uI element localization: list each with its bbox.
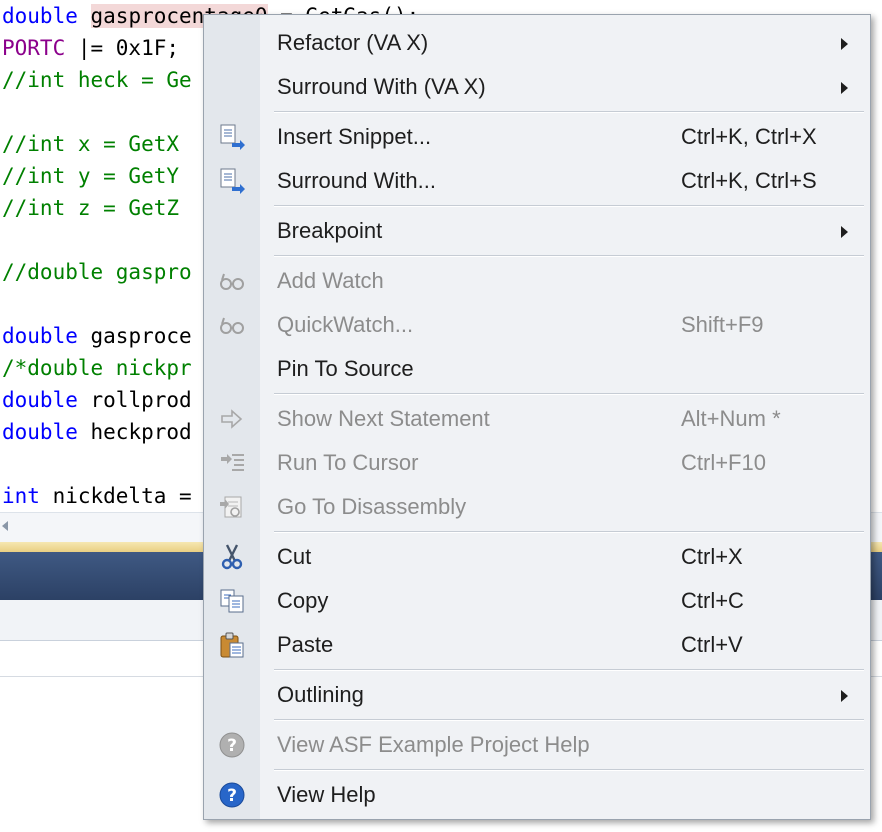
- menu-item-label: Show Next Statement: [277, 406, 490, 431]
- code-line: double rollprod: [2, 384, 192, 416]
- code-token: //double gaspro: [2, 260, 192, 284]
- glasses-icon: [218, 311, 246, 339]
- code-token: double: [2, 4, 91, 28]
- code-line: double gasproce: [2, 320, 192, 352]
- menu-separator: [274, 719, 864, 721]
- code-token: int: [2, 484, 53, 508]
- menu-item-label: Copy: [277, 588, 329, 613]
- copy-icon: [218, 587, 246, 615]
- menu-item-view-help[interactable]: ? View Help: [204, 773, 870, 817]
- menu-item-label: Refactor (VA X): [277, 30, 429, 55]
- code-line: //int y = GetY: [2, 160, 179, 192]
- svg-text:?: ?: [227, 786, 237, 806]
- menu-item-quickwatch: QuickWatch... Shift+F9: [204, 303, 870, 347]
- help-icon: ?: [218, 781, 246, 809]
- menu-item-label: Cut: [277, 544, 312, 569]
- menu-item-pin-to-source[interactable]: Pin To Source: [204, 347, 870, 391]
- submenu-arrow-icon: [841, 82, 848, 94]
- code-token: /*double nickpr: [2, 356, 192, 380]
- snippet-icon: [218, 123, 246, 151]
- menu-item-label: Go To Disassembly: [277, 494, 467, 519]
- code-token: gasproce: [90, 324, 192, 348]
- code-token: //int y = GetY: [2, 164, 180, 188]
- run-to-cursor-icon: [218, 449, 246, 477]
- code-token: heckprod: [90, 420, 192, 444]
- svg-text:?: ?: [227, 736, 237, 756]
- menu-item-label: Surround With...: [277, 168, 436, 193]
- menu-separator: [274, 669, 864, 671]
- menu-item-shortcut: Alt+Num *: [681, 406, 781, 431]
- menu-item-cut[interactable]: Cut Ctrl+X: [204, 535, 870, 579]
- menu-item-shortcut: Ctrl+C: [681, 588, 744, 613]
- code-line: int nickdelta =: [2, 480, 192, 512]
- menu-item-refactor[interactable]: Refactor (VA X): [204, 21, 870, 65]
- menu-item-label: View Help: [277, 782, 376, 807]
- code-line: double heckprod: [2, 416, 192, 448]
- menu-item-label: Surround With (VA X): [277, 74, 486, 99]
- code-line: PORTC |= 0x1F;: [2, 32, 179, 64]
- submenu-arrow-icon: [841, 226, 848, 238]
- code-token: rollprod: [90, 388, 192, 412]
- menu-item-label: Add Watch: [277, 268, 384, 293]
- menu-item-label: Outlining: [277, 682, 364, 707]
- menu-item-breakpoint[interactable]: Breakpoint: [204, 209, 870, 253]
- code-line: //int z = GetZ: [2, 192, 179, 224]
- code-token: PORTC: [2, 36, 66, 60]
- menu-item-insert-snippet[interactable]: Insert Snippet... Ctrl+K, Ctrl+X: [204, 115, 870, 159]
- code-token: double: [2, 324, 91, 348]
- arrow-right-icon: [218, 405, 246, 433]
- menu-item-surround-va[interactable]: Surround With (VA X): [204, 65, 870, 109]
- menu-item-shortcut: Ctrl+V: [681, 632, 743, 657]
- menu-item-outlining[interactable]: Outlining: [204, 673, 870, 717]
- menu-item-label: Run To Cursor: [277, 450, 419, 475]
- submenu-arrow-icon: [841, 38, 848, 50]
- menu-item-label: QuickWatch...: [277, 312, 414, 337]
- code-token: double: [2, 420, 91, 444]
- snippet-icon: [218, 167, 246, 195]
- menu-item-shortcut: Ctrl+K, Ctrl+S: [681, 168, 817, 193]
- menu-item-label: View ASF Example Project Help: [277, 732, 590, 757]
- paste-icon: [218, 631, 246, 659]
- menu-item-go-to-disassembly: Go To Disassembly: [204, 485, 870, 529]
- menu-item-shortcut: Ctrl+F10: [681, 450, 766, 475]
- code-token: double: [2, 388, 91, 412]
- menu-item-show-next-statement: Show Next Statement Alt+Num *: [204, 397, 870, 441]
- menu-item-shortcut: Shift+F9: [681, 312, 764, 337]
- code-token: //int z = GetZ: [2, 196, 180, 220]
- code-line: //int x = GetX: [2, 128, 179, 160]
- menu-separator: [274, 111, 864, 113]
- submenu-arrow-icon: [841, 690, 848, 702]
- context-menu: Refactor (VA X) Surround With (VA X) Inser…: [203, 14, 871, 820]
- menu-item-surround-with[interactable]: Surround With... Ctrl+K, Ctrl+S: [204, 159, 870, 203]
- menu-item-label: Breakpoint: [277, 218, 383, 243]
- scroll-left-icon[interactable]: [2, 521, 8, 531]
- menu-item-shortcut: Ctrl+K, Ctrl+X: [681, 124, 817, 149]
- menu-separator: [274, 531, 864, 533]
- menu-item-paste[interactable]: Paste Ctrl+V: [204, 623, 870, 667]
- menu-item-add-watch: Add Watch: [204, 259, 870, 303]
- menu-item-asf-help: ? View ASF Example Project Help: [204, 723, 870, 767]
- menu-separator: [274, 205, 864, 207]
- menu-item-run-to-cursor: Run To Cursor Ctrl+F10: [204, 441, 870, 485]
- code-line: //double gaspro: [2, 256, 192, 288]
- menu-separator: [274, 769, 864, 771]
- glasses-icon: [218, 267, 246, 295]
- help-icon: ?: [218, 731, 246, 759]
- menu-item-copy[interactable]: Copy Ctrl+C: [204, 579, 870, 623]
- menu-item-shortcut: Ctrl+X: [681, 544, 743, 569]
- code-token: nickdelta =: [52, 484, 192, 508]
- scissors-icon: [218, 543, 246, 571]
- menu-item-label: Insert Snippet...: [277, 124, 432, 149]
- menu-separator: [274, 255, 864, 257]
- disassembly-icon: [218, 493, 246, 521]
- menu-item-label: Pin To Source: [277, 356, 414, 381]
- code-token: |= 0x1F;: [65, 36, 180, 60]
- code-token: //int x = GetX: [2, 132, 180, 156]
- code-line: //int heck = Ge: [2, 64, 192, 96]
- menu-item-label: Paste: [277, 632, 334, 657]
- code-token: //int heck = Ge: [2, 68, 192, 92]
- menu-separator: [274, 393, 864, 395]
